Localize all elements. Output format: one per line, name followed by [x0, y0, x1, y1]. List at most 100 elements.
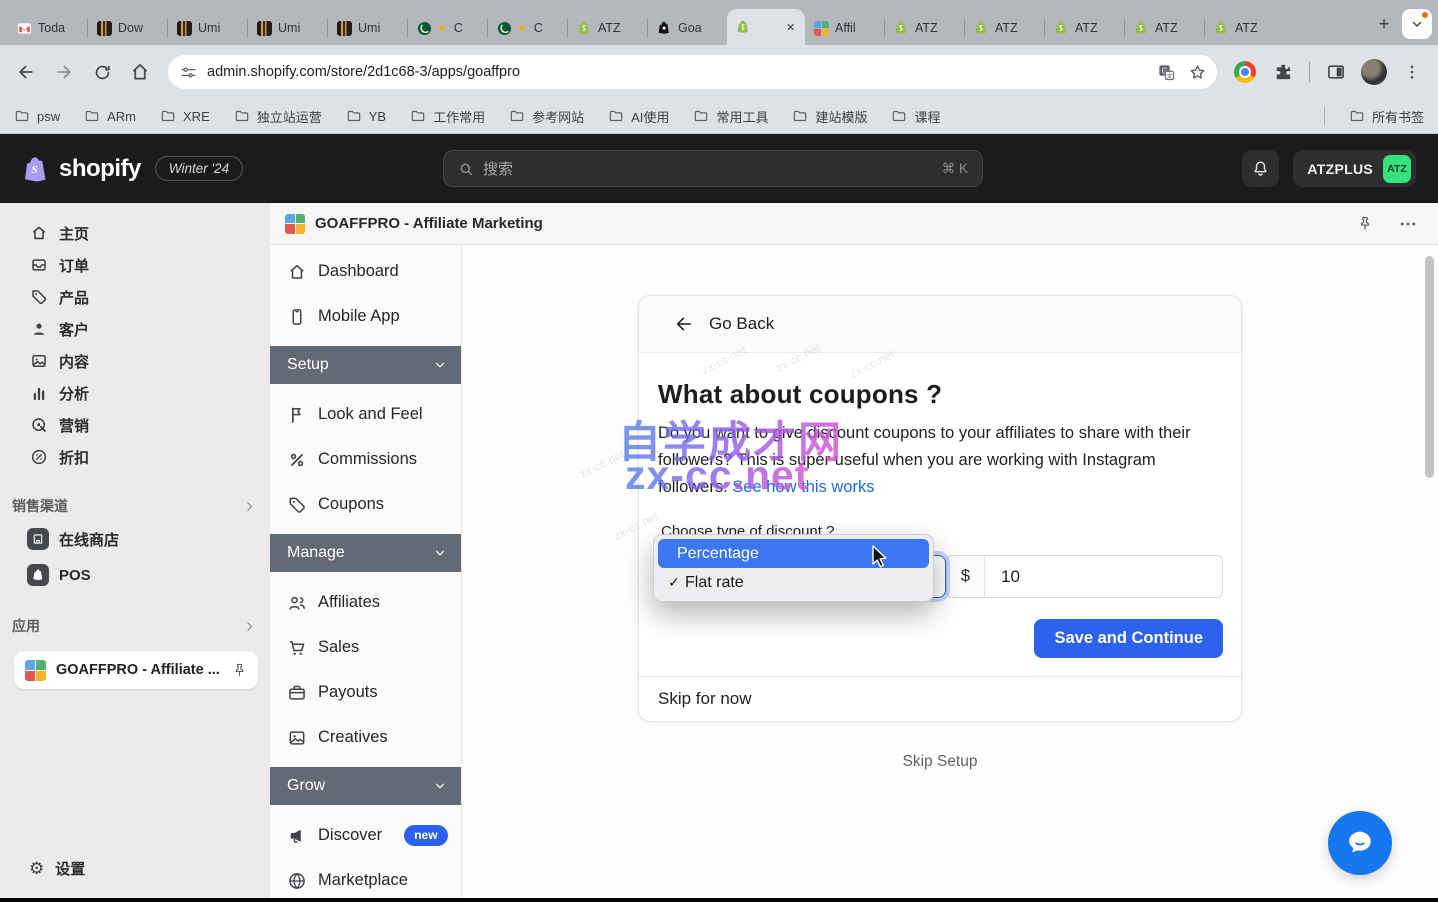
chat-widget-button[interactable]	[1328, 811, 1392, 875]
apps-header[interactable]: 应用	[0, 611, 270, 641]
site-settings-icon[interactable]	[180, 64, 197, 81]
bookmark-folder-item[interactable]: 参考网站	[509, 107, 584, 126]
tab-search-button[interactable]	[1402, 9, 1432, 39]
bookmark-folder-item[interactable]: 建站模版	[792, 107, 867, 126]
marketing-icon	[29, 416, 48, 434]
bookmark-folder-arm[interactable]: ARm	[84, 107, 136, 126]
app-nav-section-setup[interactable]: Setup	[270, 346, 461, 384]
browser-tab[interactable]: Umi	[248, 11, 327, 45]
skip-setup-link[interactable]: Skip Setup	[638, 753, 1242, 771]
app-nav-section-manage[interactable]: Manage	[270, 534, 461, 572]
app-nav-item-look-and-feel[interactable]: Look and Feel	[270, 392, 461, 437]
home-button[interactable]	[124, 56, 156, 88]
see-how-this-works-link[interactable]: See how this works	[732, 478, 874, 496]
sidebar-item-item[interactable]: 营销	[0, 409, 270, 441]
browser-tab[interactable]: ATZ	[965, 11, 1044, 45]
app-nav-label: Look and Feel	[318, 405, 423, 424]
browser-menu-icon[interactable]	[1396, 56, 1428, 88]
chrome-colors-icon[interactable]	[1229, 56, 1261, 88]
bookmark-folder-item[interactable]: 课程	[891, 107, 940, 126]
bookmark-folder-item[interactable]: 工作常用	[410, 107, 485, 126]
browser-tab-active[interactable]: ×	[727, 9, 805, 45]
url-bar[interactable]: admin.shopify.com/store/2d1c68-3/apps/go…	[168, 55, 1217, 89]
bookmark-star-icon[interactable]	[1188, 63, 1207, 82]
translate-icon[interactable]: G文	[1157, 63, 1176, 82]
book-favicon-icon	[176, 20, 192, 36]
browser-tab[interactable]: Affil	[805, 11, 884, 45]
app-nav-item-dashboard[interactable]: Dashboard	[270, 249, 461, 294]
app-nav-label: Affiliates	[318, 593, 380, 612]
sidebar-channel-pos[interactable]: POS	[0, 557, 270, 593]
browser-tab[interactable]: Goa	[648, 11, 727, 45]
app-nav-item-mobile-app[interactable]: Mobile App	[270, 294, 461, 339]
browser-tabs: TodaDowUmiUmiUmi☛C☛CATZGoa×AffilATZATZAT…	[8, 0, 1366, 45]
sidebar-channel-item[interactable]: 在线商店	[0, 521, 270, 557]
browser-tab[interactable]: ATZ	[1125, 11, 1204, 45]
account-menu[interactable]: ATZPLUS ATZ	[1293, 150, 1416, 187]
browser-tab[interactable]: Umi	[328, 11, 407, 45]
browser-tab[interactable]: ATZ	[568, 11, 647, 45]
app-nav-item-payouts[interactable]: Payouts	[270, 670, 461, 715]
search-icon	[458, 161, 474, 177]
sidebar-item-item[interactable]: 分析	[0, 377, 270, 409]
sidebar-item-item[interactable]: 产品	[0, 281, 270, 313]
browser-tab[interactable]: ATZ	[885, 11, 964, 45]
bookmark-folder-yb[interactable]: YB	[346, 107, 386, 126]
skip-for-now-button[interactable]: Skip for now	[639, 676, 1241, 721]
global-search[interactable]: 搜索 ⌘ K	[443, 150, 983, 187]
tab-close-icon[interactable]: ×	[784, 19, 797, 36]
save-and-continue-button[interactable]: Save and Continue	[1034, 619, 1223, 658]
go-back-button[interactable]: Go Back	[639, 296, 1241, 353]
url-text[interactable]: admin.shopify.com/store/2d1c68-3/apps/go…	[207, 64, 1145, 80]
app-nav-item-coupons[interactable]: Coupons	[270, 482, 461, 527]
sidebar-item-item[interactable]: 内容	[0, 345, 270, 377]
sales-channels-header[interactable]: 销售渠道	[0, 491, 270, 521]
browser-tab[interactable]: Toda	[8, 11, 87, 45]
scrollbar-thumb[interactable]	[1425, 256, 1434, 478]
bookmark-folder-item[interactable]: 独立站运营	[234, 107, 322, 126]
dropdown-option-flat-rate[interactable]: ✓ Flat rate	[658, 568, 929, 597]
version-badge[interactable]: Winter '24	[155, 156, 243, 181]
app-nav-section-grow[interactable]: Grow	[270, 767, 461, 805]
sidebar-item-item[interactable]: 订单	[0, 249, 270, 281]
bookmark-folder-xre[interactable]: XRE	[160, 107, 210, 126]
bookmark-folder-psw[interactable]: psw	[14, 107, 60, 126]
notifications-button[interactable]	[1242, 150, 1279, 187]
app-nav-item-discover[interactable]: Discovernew	[270, 813, 461, 858]
profile-avatar[interactable]	[1358, 56, 1390, 88]
sidebar-item-item[interactable]: 主页	[0, 217, 270, 249]
app-main: zx-cc.net zx-cc.net zx-cc.net zx-cc.net …	[462, 245, 1438, 898]
browser-tab[interactable]: ATZ	[1045, 11, 1124, 45]
bookmark-folder-ai[interactable]: AI使用	[608, 107, 669, 126]
app-nav-item-affiliates[interactable]: Affiliates	[270, 580, 461, 625]
app-nav-item-creatives[interactable]: Creatives	[270, 715, 461, 760]
bookmark-folder-item[interactable]: 常用工具	[693, 107, 768, 126]
app-nav-item-sales[interactable]: Sales	[270, 625, 461, 670]
back-button[interactable]	[10, 56, 42, 88]
all-bookmarks-button[interactable]: 所有书签	[1349, 107, 1424, 126]
pin-icon[interactable]	[231, 662, 248, 679]
mouse-cursor	[869, 544, 891, 568]
browser-tab[interactable]: Umi	[168, 11, 247, 45]
coupon-amount-input[interactable]	[985, 556, 1222, 597]
app-nav-item-commissions[interactable]: Commissions	[270, 437, 461, 482]
extensions-icon[interactable]	[1267, 56, 1299, 88]
forward-button[interactable]	[48, 56, 80, 88]
sidebar-item-item[interactable]: 折扣	[0, 441, 270, 473]
shopify-favicon-icon	[1133, 20, 1149, 36]
sidebar-item-goaffpro[interactable]: GOAFFPRO - Affiliate ...	[14, 651, 258, 689]
reload-button[interactable]	[86, 56, 118, 88]
app-menu-dots-icon[interactable]	[1398, 214, 1418, 234]
pin-icon[interactable]	[1356, 215, 1374, 233]
bookmarks-divider	[1324, 107, 1325, 125]
browser-tab[interactable]: Dow	[88, 11, 167, 45]
app-nav-label: Payouts	[318, 683, 378, 702]
browser-tab[interactable]: ☛C	[488, 11, 567, 45]
sidebar-item-settings[interactable]: ⚙ 设置	[0, 852, 270, 884]
app-nav-item-marketplace[interactable]: Marketplace	[270, 858, 461, 898]
browser-tab[interactable]: ☛C	[408, 11, 487, 45]
new-tab-button[interactable]: +	[1370, 11, 1398, 39]
side-panel-icon[interactable]	[1320, 56, 1352, 88]
sidebar-item-item[interactable]: 客户	[0, 313, 270, 345]
browser-tab[interactable]: ATZ	[1205, 11, 1284, 45]
